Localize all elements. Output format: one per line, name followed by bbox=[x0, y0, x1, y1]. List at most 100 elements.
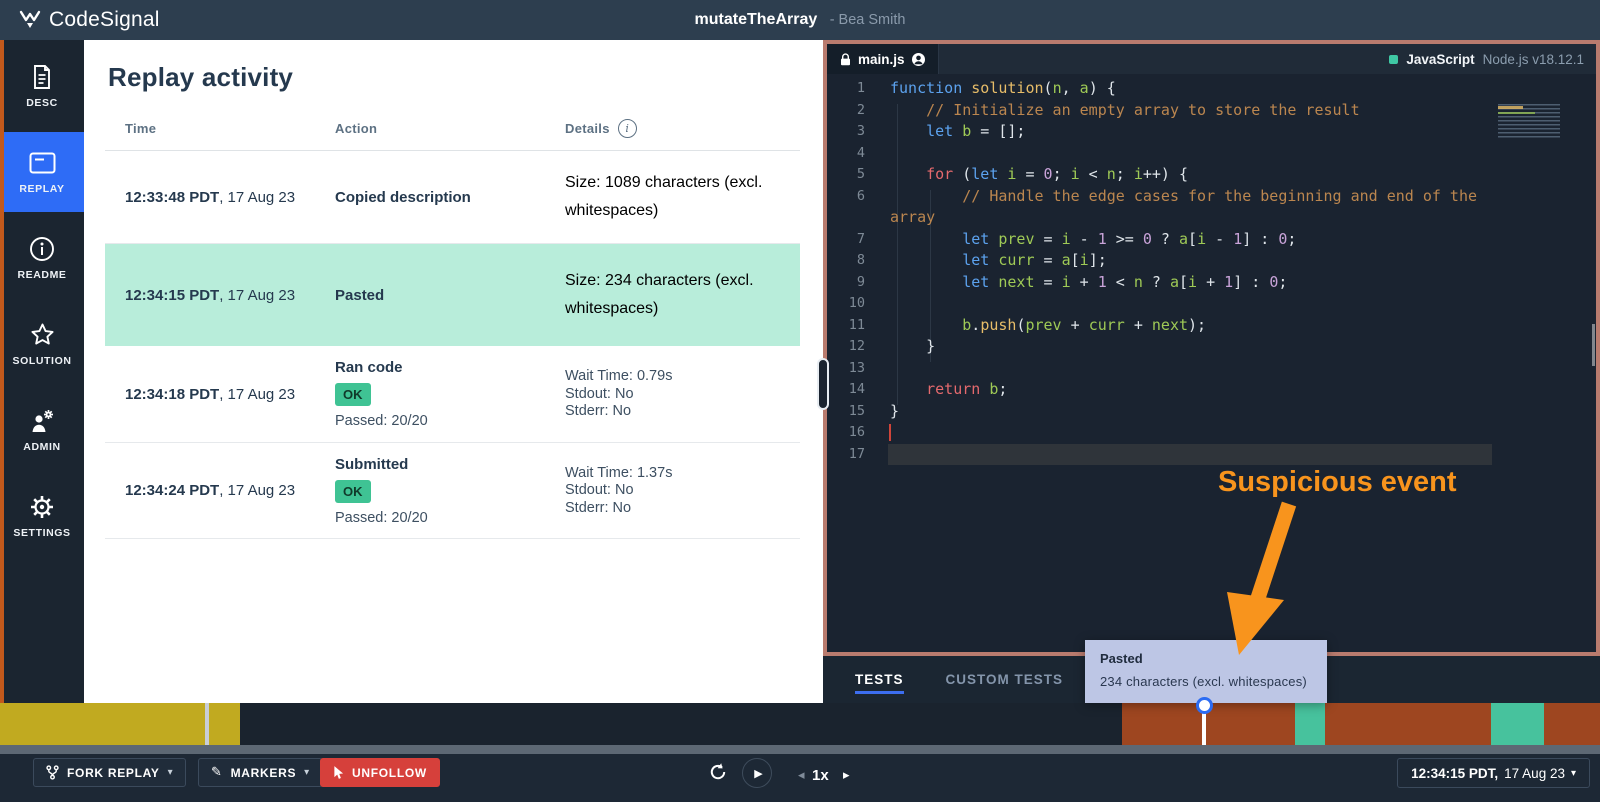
code-line: 6 // Handle the edge cases for the begin… bbox=[827, 186, 1596, 208]
timestamp-dropdown[interactable]: 12:34:15 PDT, 17 Aug 23 ▾ bbox=[1397, 758, 1590, 788]
unfollow-button[interactable]: UNFOLLOW bbox=[320, 758, 440, 787]
activity-row[interactable]: 12:34:24 PDT, 17 Aug 23 Submitted OK Passed… bbox=[105, 443, 800, 539]
pencil-icon: ✎ bbox=[211, 765, 223, 780]
column-header-time: Time bbox=[125, 120, 157, 136]
timestamp-date: 17 Aug 23 bbox=[1504, 765, 1565, 781]
app-name: CodeSignal bbox=[49, 8, 160, 31]
activity-action: Copied description bbox=[335, 188, 471, 206]
playback-speed: 1x bbox=[812, 767, 829, 784]
markers-button[interactable]: ✎ MARKERS ▾ bbox=[198, 758, 323, 787]
activity-row[interactable]: 12:34:15 PDT, 17 Aug 23 Pasted Size: 234 c… bbox=[105, 244, 800, 346]
code-line: 1 function solution(n, a) { bbox=[827, 78, 1596, 100]
suspicious-event-label: Suspicious event bbox=[1218, 466, 1457, 498]
codesignal-goat-icon bbox=[19, 10, 41, 28]
document-icon bbox=[30, 63, 54, 90]
activity-row[interactable]: 12:34:18 PDT, 17 Aug 23 Ran code OK Passed:… bbox=[105, 346, 800, 443]
editor-tab-mainjs[interactable]: main.js bbox=[827, 44, 939, 74]
sidebar-item-readme[interactable]: README bbox=[0, 218, 84, 298]
column-header-details: Details i bbox=[565, 118, 800, 138]
sidebar-item-label: SETTINGS bbox=[13, 527, 71, 539]
author-avatar-icon bbox=[911, 52, 925, 66]
activity-time: 12:34:24 PDT, 17 Aug 23 bbox=[125, 482, 296, 499]
chevron-down-icon: ▾ bbox=[167, 767, 174, 778]
line-number: 3 bbox=[856, 123, 865, 139]
lock-icon bbox=[841, 52, 850, 65]
tab-custom-tests[interactable]: CUSTOM TESTS bbox=[946, 656, 1064, 703]
sidebar-item-replay[interactable]: REPLAY bbox=[0, 132, 84, 212]
tooltip-detail: 234 characters (excl. whitespaces) bbox=[1100, 674, 1307, 689]
code-line: array bbox=[827, 207, 1596, 229]
code-line: 13 bbox=[827, 358, 1596, 380]
sidebar-item-desc[interactable]: DESC bbox=[0, 46, 84, 126]
speed-down-button[interactable]: ◂ bbox=[798, 768, 805, 783]
paste-warning-stripe bbox=[0, 40, 4, 703]
timeline-segment[interactable] bbox=[1325, 703, 1491, 745]
play-button[interactable]: ▶ bbox=[742, 758, 772, 788]
tab-tests[interactable]: TESTS bbox=[855, 656, 904, 703]
paste-event-tooltip: Pasted 234 characters (excl. whitespaces… bbox=[1085, 640, 1327, 703]
code-line: 12 } bbox=[827, 336, 1596, 358]
sidebar: DESC REPLAY README SOLUTION ADMIN SETTINGS bbox=[0, 40, 84, 703]
code-line: 4 bbox=[827, 143, 1596, 165]
code-line: 9 let next = i + 1 < n ? a[i + 1] : 0; bbox=[827, 272, 1596, 294]
timeline-segment[interactable] bbox=[1491, 703, 1544, 745]
timeline-segment[interactable] bbox=[1295, 703, 1325, 745]
code-editor-panel: main.js JavaScript Node.js v18.12.1 1 fun… bbox=[823, 40, 1600, 656]
task-header: mutateTheArray - Bea Smith bbox=[0, 11, 1600, 29]
activity-table: Time Action Details i 12:33:48 PDT, 17 A… bbox=[105, 106, 800, 539]
panel-resize-handle[interactable] bbox=[817, 358, 829, 410]
table-header-row: Time Action Details i bbox=[105, 106, 800, 151]
replay-activity-panel: Replay activity Time Action Details i 12… bbox=[84, 40, 823, 703]
fork-replay-button[interactable]: FORK REPLAY ▾ bbox=[33, 758, 187, 787]
candidate-name: - Bea Smith bbox=[829, 12, 906, 28]
code-editor[interactable]: 1 function solution(n, a) {2 // Initializ… bbox=[827, 74, 1596, 653]
code-line: 16 bbox=[827, 422, 1596, 444]
timeline-scrollbar[interactable] bbox=[0, 745, 1600, 754]
star-icon bbox=[29, 321, 56, 348]
timeline-segment[interactable] bbox=[205, 703, 209, 745]
minimap[interactable] bbox=[1498, 104, 1560, 138]
codesignal-replay-window: CodeSignal mutateTheArray - Bea Smith DE… bbox=[0, 0, 1600, 802]
code-line: 10 bbox=[827, 293, 1596, 315]
timeline-segment[interactable] bbox=[1544, 703, 1600, 745]
activity-action: Pasted bbox=[335, 286, 385, 304]
info-icon bbox=[29, 235, 55, 262]
language-name: JavaScript bbox=[1406, 51, 1475, 67]
code-line: 5 for (let i = 0; i < n; i++) { bbox=[827, 164, 1596, 186]
line-number: 17 bbox=[848, 445, 865, 462]
sidebar-item-admin[interactable]: ADMIN bbox=[0, 390, 84, 470]
playhead-knob[interactable] bbox=[1195, 697, 1213, 714]
activity-details: Wait Time: 0.79s Stdout: No Stderr: No bbox=[565, 368, 673, 420]
details-info-icon[interactable]: i bbox=[617, 118, 637, 138]
activity-details: Size: 1089 characters (excl. whitespaces… bbox=[565, 174, 763, 219]
sidebar-item-settings[interactable]: SETTINGS bbox=[0, 476, 84, 556]
editor-scrollbar-thumb[interactable] bbox=[1592, 324, 1595, 366]
activity-action: Submitted OK Passed: 20/20 bbox=[335, 455, 428, 526]
code-line: 14 return b; bbox=[827, 379, 1596, 401]
codesignal-logo: CodeSignal bbox=[18, 0, 160, 40]
chevron-down-icon: ▾ bbox=[1570, 767, 1576, 779]
replay-timeline[interactable] bbox=[0, 703, 1600, 745]
playback-toolbar: FORK REPLAY ▾ ✎ MARKERS ▾ UNFOLLOW ▶ ◂ 1… bbox=[0, 754, 1600, 802]
page-title: Replay activity bbox=[108, 62, 294, 92]
editor-tab-bar: main.js JavaScript Node.js v18.12.1 bbox=[827, 44, 1596, 74]
sidebar-item-label: REPLAY bbox=[19, 183, 65, 195]
timestamp-time: 12:34:15 PDT, bbox=[1411, 765, 1499, 781]
restart-button[interactable] bbox=[708, 762, 728, 782]
column-header-action: Action bbox=[335, 120, 378, 136]
status-badge: OK bbox=[335, 479, 371, 503]
line-number: 14 bbox=[848, 381, 865, 397]
line-number: 12 bbox=[848, 338, 865, 354]
line-number: 8 bbox=[856, 252, 865, 268]
timeline-segment[interactable] bbox=[0, 703, 240, 745]
sidebar-item-label: ADMIN bbox=[23, 441, 61, 453]
speed-up-button[interactable]: ▸ bbox=[843, 768, 850, 783]
line-number: 6 bbox=[856, 187, 865, 204]
line-number: 16 bbox=[848, 424, 865, 440]
code-line: 17 bbox=[827, 443, 1596, 466]
tooltip-title: Pasted bbox=[1100, 651, 1143, 666]
line-number: 4 bbox=[856, 144, 865, 161]
sidebar-item-solution[interactable]: SOLUTION bbox=[0, 304, 84, 384]
activity-row[interactable]: 12:33:48 PDT, 17 Aug 23 Copied descriptio… bbox=[105, 151, 800, 244]
line-number: 5 bbox=[856, 166, 865, 182]
